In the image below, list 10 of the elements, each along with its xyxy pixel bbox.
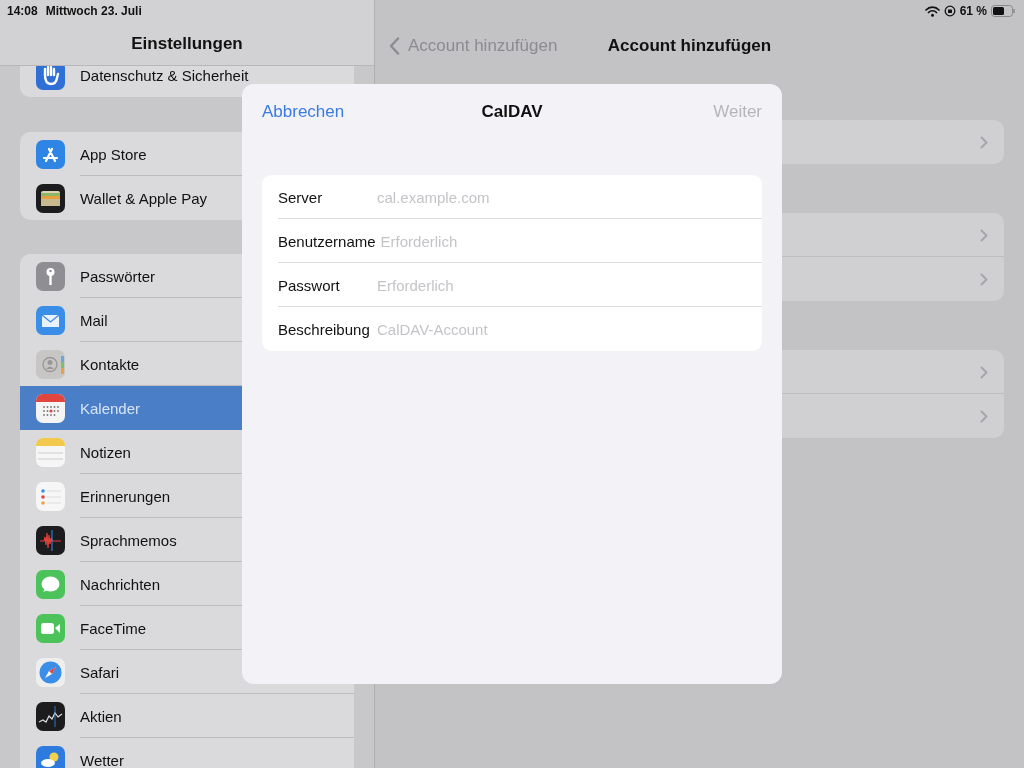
- field-label: Beschreibung: [278, 320, 371, 338]
- field-label: Server: [278, 188, 324, 206]
- nav-title: Account hinzufügen: [607, 36, 772, 56]
- battery-percent: 61 %: [959, 4, 987, 18]
- dialog-title: CalDAV: [481, 102, 543, 121]
- field-label: Passwort: [278, 276, 341, 294]
- sidebar-title: Einstellungen: [131, 33, 243, 54]
- status-time: 14:08: [7, 4, 38, 18]
- status-date: Mittwoch 23. Juli: [45, 4, 142, 18]
- field-label: Benutzername: [278, 232, 376, 250]
